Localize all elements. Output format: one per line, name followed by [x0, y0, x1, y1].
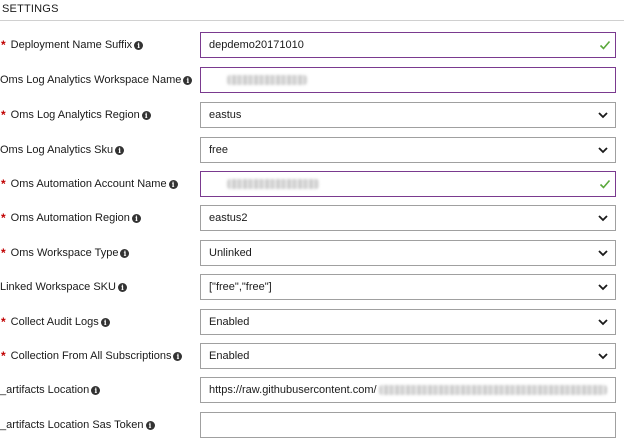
- form-row-oms-log-analytics-region: * Oms Log Analytics Region i eastus: [0, 102, 624, 128]
- field-value: free: [209, 144, 228, 156]
- form-row-collect-audit-logs: * Collect Audit Logs i Enabled: [0, 309, 624, 335]
- info-icon[interactable]: i: [131, 213, 141, 223]
- redacted-value: [227, 75, 307, 85]
- chevron-down-icon: [598, 112, 608, 119]
- required-marker: *: [1, 177, 6, 191]
- info-icon[interactable]: i: [91, 385, 101, 395]
- chevron-down-icon: [598, 215, 608, 222]
- required-marker: *: [1, 315, 6, 329]
- required-marker: *: [1, 108, 6, 122]
- form-row-collection-from-all-subscriptions: * Collection From All Subscriptions i En…: [0, 343, 624, 369]
- info-icon[interactable]: i: [173, 351, 183, 361]
- field-label-text: Oms Automation Region: [10, 212, 130, 224]
- field-value: ["free","free"]: [209, 281, 272, 293]
- field-label: * Collect Audit Logs i: [0, 309, 110, 335]
- field-label-text: Oms Workspace Type: [10, 247, 119, 259]
- artifacts-location-sas-token-input[interactable]: [200, 412, 616, 438]
- chevron-down-icon: [598, 319, 608, 326]
- field-label-text: Oms Log Analytics Sku: [0, 144, 114, 156]
- info-icon[interactable]: i: [141, 110, 151, 120]
- field-label: _artifacts Location Sas Token i: [0, 412, 155, 438]
- checkmark-icon: [599, 179, 611, 189]
- field-value: Unlinked: [209, 247, 252, 259]
- field-label: * Oms Automation Account Name i: [0, 171, 178, 197]
- redacted-value: [227, 179, 319, 189]
- info-icon[interactable]: i: [117, 282, 127, 292]
- info-icon[interactable]: i: [115, 145, 125, 155]
- settings-panel: SETTINGS * Deployment Name Suffix i depd…: [0, 0, 624, 440]
- section-header: SETTINGS: [0, 0, 624, 20]
- form-row-artifacts-location-sas-token: _artifacts Location Sas Token i: [0, 412, 624, 438]
- required-marker: *: [1, 246, 6, 260]
- chevron-down-icon: [598, 147, 608, 154]
- field-value: Enabled: [209, 316, 250, 328]
- field-label: Oms Log Analytics Workspace Name i: [0, 67, 193, 93]
- redacted-value: [379, 385, 607, 395]
- field-value: depdemo20171010: [209, 39, 304, 51]
- field-label-text: _artifacts Location Sas Token: [0, 419, 144, 431]
- field-value: Enabled: [209, 350, 250, 362]
- form-row-deployment-name-suffix: * Deployment Name Suffix i depdemo201710…: [0, 32, 624, 58]
- oms-log-analytics-region-select[interactable]: eastus: [200, 102, 616, 128]
- form-row-linked-workspace-sku: Linked Workspace SKU i ["free","free"]: [0, 274, 624, 300]
- chevron-down-icon: [598, 353, 608, 360]
- info-icon[interactable]: i: [120, 248, 130, 258]
- field-label-text: Oms Log Analytics Region: [10, 109, 140, 121]
- oms-log-analytics-workspace-name-input[interactable]: [200, 67, 616, 93]
- field-label-text: Oms Automation Account Name: [10, 178, 167, 190]
- required-marker: *: [1, 349, 6, 363]
- info-icon[interactable]: i: [183, 75, 193, 85]
- field-value: eastus: [209, 109, 242, 121]
- chevron-down-icon: [598, 250, 608, 257]
- form-row-oms-workspace-type: * Oms Workspace Type i Unlinked: [0, 240, 624, 266]
- info-icon[interactable]: i: [168, 179, 178, 189]
- field-label-text: Deployment Name Suffix: [10, 39, 133, 51]
- required-marker: *: [1, 38, 6, 52]
- field-label-text: Oms Log Analytics Workspace Name: [0, 74, 182, 86]
- collection-from-all-subscriptions-select[interactable]: Enabled: [200, 343, 616, 369]
- form-row-oms-log-analytics-workspace-name: Oms Log Analytics Workspace Name i: [0, 67, 624, 93]
- field-label: * Oms Log Analytics Region i: [0, 102, 151, 128]
- linked-workspace-sku-select[interactable]: ["free","free"]: [200, 274, 616, 300]
- form-row-oms-automation-region: * Oms Automation Region i eastus2: [0, 205, 624, 231]
- field-value: https://raw.githubusercontent.com/: [209, 384, 377, 396]
- form-row-oms-automation-account-name: * Oms Automation Account Name i: [0, 171, 624, 197]
- field-label: * Oms Workspace Type i: [0, 240, 130, 266]
- field-label: * Deployment Name Suffix i: [0, 32, 144, 58]
- info-icon[interactable]: i: [100, 317, 110, 327]
- required-marker: *: [1, 211, 6, 225]
- oms-automation-account-name-input[interactable]: [200, 171, 616, 197]
- oms-automation-region-select[interactable]: eastus2: [200, 205, 616, 231]
- form-row-artifacts-location: _artifacts Location i https://raw.github…: [0, 377, 624, 403]
- artifacts-location-input[interactable]: https://raw.githubusercontent.com/: [200, 377, 616, 403]
- chevron-down-icon: [598, 284, 608, 291]
- section-title: SETTINGS: [2, 3, 59, 15]
- field-label: Linked Workspace SKU i: [0, 274, 127, 300]
- oms-workspace-type-select[interactable]: Unlinked: [200, 240, 616, 266]
- field-label: * Collection From All Subscriptions i: [0, 343, 183, 369]
- form-row-oms-log-analytics-sku: Oms Log Analytics Sku i free: [0, 137, 624, 163]
- field-label: Oms Log Analytics Sku i: [0, 137, 125, 163]
- field-label: * Oms Automation Region i: [0, 205, 141, 231]
- deployment-name-suffix-input[interactable]: depdemo20171010: [200, 32, 616, 58]
- field-label-text: Linked Workspace SKU: [0, 281, 116, 293]
- field-label-text: Collection From All Subscriptions: [10, 350, 172, 362]
- checkmark-icon: [599, 40, 611, 50]
- collect-audit-logs-select[interactable]: Enabled: [200, 309, 616, 335]
- field-label-text: Collect Audit Logs: [10, 316, 99, 328]
- field-label-text: _artifacts Location: [0, 384, 90, 396]
- field-label: _artifacts Location i: [0, 377, 101, 403]
- section-divider: [0, 20, 624, 21]
- info-icon[interactable]: i: [145, 420, 155, 430]
- oms-log-analytics-sku-select[interactable]: free: [200, 137, 616, 163]
- field-value: eastus2: [209, 212, 248, 224]
- info-icon[interactable]: i: [134, 40, 144, 50]
